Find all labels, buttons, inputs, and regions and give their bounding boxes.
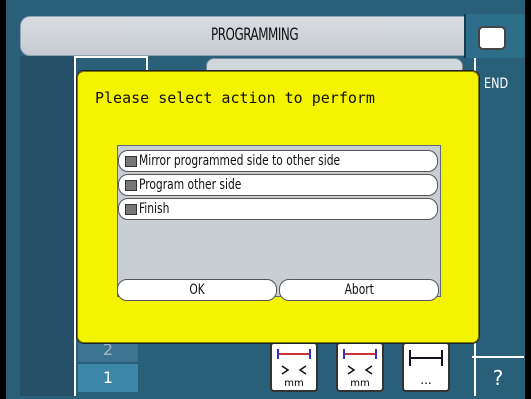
option-finish[interactable]: Finish <box>118 198 438 220</box>
tab-1[interactable]: 1 <box>78 364 138 392</box>
abort-button[interactable]: Abort <box>279 279 439 301</box>
abort-label: Abort <box>344 282 374 298</box>
left-panel <box>20 56 76 396</box>
tool-button-span[interactable]: ... <box>402 342 450 392</box>
tool2-unit: mm <box>350 378 369 389</box>
tool3-dots: ... <box>420 373 431 387</box>
end-button[interactable]: END <box>484 76 508 92</box>
tool-button-measure-red[interactable]: mm <box>270 342 318 392</box>
measure-blue-icon: mm <box>343 349 377 389</box>
title-bar: PROGRAMMING <box>20 16 467 56</box>
action-dialog: Please select action to perform Mirror p… <box>76 70 480 344</box>
measure-red-icon: mm <box>277 349 311 389</box>
option-program-other-side[interactable]: Program other side <box>118 174 438 196</box>
option-checkbox-icon <box>125 204 137 215</box>
option-mirror-label: Mirror programmed side to other side <box>139 153 341 169</box>
page-title: PROGRAMMING <box>211 25 299 45</box>
options-list: Mirror programmed side to other side Pro… <box>117 145 441 297</box>
ok-button[interactable]: OK <box>117 279 277 301</box>
help-button[interactable]: ? <box>472 356 524 398</box>
top-right-checkbox[interactable] <box>478 26 506 50</box>
option-checkbox-icon <box>125 156 137 167</box>
dialog-buttons: OK Abort <box>117 279 439 301</box>
programming-screen: PROGRAMMING END 2 1 mm mm ... ? Please s… <box>6 0 525 399</box>
option-program-other-side-label: Program other side <box>139 177 242 193</box>
tool-button-measure-blue[interactable]: mm <box>336 342 384 392</box>
option-checkbox-icon <box>125 180 137 191</box>
option-mirror[interactable]: Mirror programmed side to other side <box>118 150 438 172</box>
span-icon: ... <box>409 350 443 387</box>
dialog-prompt: Please select action to perform <box>95 89 375 107</box>
option-finish-label: Finish <box>139 201 170 217</box>
tool1-unit: mm <box>284 378 303 389</box>
ok-label: OK <box>189 282 205 298</box>
